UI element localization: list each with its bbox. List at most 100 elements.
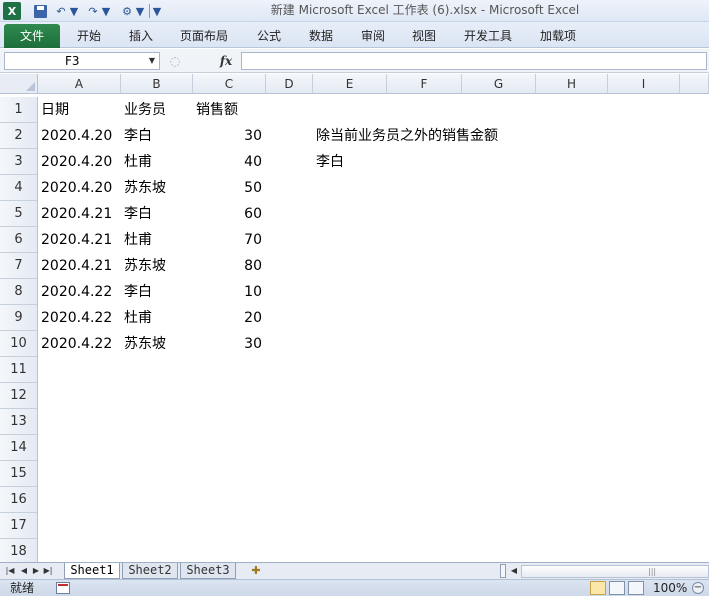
column-header-f[interactable]: F — [387, 74, 462, 94]
normal-view-button[interactable] — [590, 581, 606, 595]
undo-dropdown-icon[interactable]: ▼ — [70, 2, 78, 20]
cell-date[interactable]: 2020.4.21 — [38, 227, 121, 253]
excel-logo-icon[interactable]: X — [3, 2, 21, 20]
cell-amount[interactable]: 50 — [193, 175, 266, 201]
cell-person[interactable]: 李白 — [121, 279, 193, 305]
tab-file[interactable]: 文件 — [4, 24, 60, 48]
column-header-i[interactable]: I — [608, 74, 680, 94]
undo-icon[interactable]: ↶ — [54, 2, 68, 20]
tab-developer[interactable]: 开发工具 — [464, 24, 512, 48]
horizontal-scrollbar[interactable]: ||| — [521, 565, 709, 578]
cell-amount[interactable]: 30 — [193, 123, 266, 149]
column-header-c[interactable]: C — [193, 74, 266, 94]
cell-date[interactable]: 2020.4.21 — [38, 253, 121, 279]
cell-date[interactable]: 2020.4.22 — [38, 279, 121, 305]
cell-person[interactable]: 苏东坡 — [121, 331, 193, 357]
cell-a1[interactable]: 日期 — [38, 97, 121, 123]
row-header[interactable]: 5 — [0, 201, 38, 227]
redo-dropdown-icon[interactable]: ▼ — [102, 2, 110, 20]
page-break-view-button[interactable] — [628, 581, 644, 595]
save-icon[interactable] — [32, 2, 48, 20]
row-header[interactable]: 16 — [0, 487, 38, 513]
column-header-partial[interactable] — [680, 74, 709, 94]
tool-dropdown-icon[interactable]: ▼ — [136, 2, 144, 20]
cell-person[interactable]: 杜甫 — [121, 149, 193, 175]
row-header[interactable]: 3 — [0, 149, 38, 175]
tab-page-layout[interactable]: 页面布局 — [180, 24, 228, 48]
page-layout-view-button[interactable] — [609, 581, 625, 595]
column-header-a[interactable]: A — [38, 74, 121, 94]
column-header-e[interactable]: E — [313, 74, 387, 94]
zoom-level[interactable]: 100% — [653, 580, 687, 596]
prev-sheet-icon[interactable]: ◀ — [18, 564, 30, 578]
tab-insert[interactable]: 插入 — [129, 24, 153, 48]
cell-date[interactable]: 2020.4.20 — [38, 149, 121, 175]
tab-data[interactable]: 数据 — [309, 24, 333, 48]
sheet-tab-sheet1[interactable]: Sheet1 — [64, 563, 120, 579]
cell-amount[interactable]: 80 — [193, 253, 266, 279]
next-sheet-icon[interactable]: ▶ — [30, 564, 42, 578]
formula-input[interactable] — [241, 52, 707, 70]
scroll-left-icon[interactable]: ◀ — [508, 564, 520, 578]
row-header[interactable]: 15 — [0, 461, 38, 487]
name-box[interactable]: F3 — [4, 52, 160, 70]
sheet-tab-sheet2[interactable]: Sheet2 — [122, 563, 178, 579]
cell-c1[interactable]: 销售额 — [193, 97, 266, 123]
formula-bar-grip-icon[interactable]: ◌ — [166, 52, 184, 70]
row-header[interactable]: 17 — [0, 513, 38, 539]
row-header[interactable]: 8 — [0, 279, 38, 305]
customize-dropdown-icon[interactable]: ▼ — [152, 2, 162, 20]
cell-amount[interactable]: 10 — [193, 279, 266, 305]
row-header[interactable]: 10 — [0, 331, 38, 357]
tab-view[interactable]: 视图 — [412, 24, 436, 48]
cell-date[interactable]: 2020.4.21 — [38, 201, 121, 227]
horizontal-scroll-thumb[interactable]: ||| — [522, 566, 708, 577]
tab-formulas[interactable]: 公式 — [257, 24, 281, 48]
column-header-h[interactable]: H — [536, 74, 608, 94]
row-header[interactable]: 7 — [0, 253, 38, 279]
cell-person[interactable]: 杜甫 — [121, 227, 193, 253]
cell-person[interactable]: 杜甫 — [121, 305, 193, 331]
redo-icon[interactable]: ↷ — [86, 2, 100, 20]
sheet-tab-sheet3[interactable]: Sheet3 — [180, 563, 236, 579]
worksheet-grid[interactable]: A B C D E F G H I 1 2 3 4 5 6 7 8 9 10 1… — [0, 74, 709, 562]
row-header[interactable]: 13 — [0, 409, 38, 435]
cell-amount[interactable]: 60 — [193, 201, 266, 227]
row-header[interactable]: 9 — [0, 305, 38, 331]
cell-date[interactable]: 2020.4.20 — [38, 175, 121, 201]
insert-sheet-icon[interactable]: ✚ — [246, 563, 266, 579]
tab-add-ins[interactable]: 加载项 — [540, 24, 576, 48]
row-header[interactable]: 2 — [0, 123, 38, 149]
last-sheet-icon[interactable]: ▶| — [42, 564, 54, 578]
row-header[interactable]: 4 — [0, 175, 38, 201]
column-header-g[interactable]: G — [462, 74, 536, 94]
cell-amount[interactable]: 30 — [193, 331, 266, 357]
select-all-corner[interactable] — [0, 74, 38, 94]
first-sheet-icon[interactable]: |◀ — [4, 564, 16, 578]
cell-person[interactable]: 李白 — [121, 201, 193, 227]
cell-date[interactable]: 2020.4.20 — [38, 123, 121, 149]
cell-amount[interactable]: 20 — [193, 305, 266, 331]
macro-record-icon[interactable] — [56, 582, 70, 594]
column-header-d[interactable]: D — [266, 74, 313, 94]
row-header[interactable]: 11 — [0, 357, 38, 383]
row-header[interactable]: 6 — [0, 227, 38, 253]
cell-b1[interactable]: 业务员 — [121, 97, 193, 123]
tab-split-handle[interactable] — [500, 564, 506, 578]
cell-e2[interactable]: 除当前业务员之外的销售金额 — [313, 123, 533, 149]
row-header[interactable]: 12 — [0, 383, 38, 409]
cell-person[interactable]: 李白 — [121, 123, 193, 149]
cell-date[interactable]: 2020.4.22 — [38, 305, 121, 331]
tab-review[interactable]: 审阅 — [361, 24, 385, 48]
row-header[interactable]: 1 — [0, 97, 38, 123]
row-header[interactable]: 18 — [0, 539, 38, 562]
zoom-out-button[interactable]: − — [692, 582, 704, 594]
tool-icon[interactable]: ⚙ — [116, 2, 138, 20]
name-box-dropdown-icon[interactable]: ▼ — [146, 52, 158, 70]
row-header[interactable]: 14 — [0, 435, 38, 461]
tab-home[interactable]: 开始 — [77, 24, 101, 48]
cell-person[interactable]: 苏东坡 — [121, 253, 193, 279]
cell-person[interactable]: 苏东坡 — [121, 175, 193, 201]
column-header-b[interactable]: B — [121, 74, 193, 94]
cell-date[interactable]: 2020.4.22 — [38, 331, 121, 357]
